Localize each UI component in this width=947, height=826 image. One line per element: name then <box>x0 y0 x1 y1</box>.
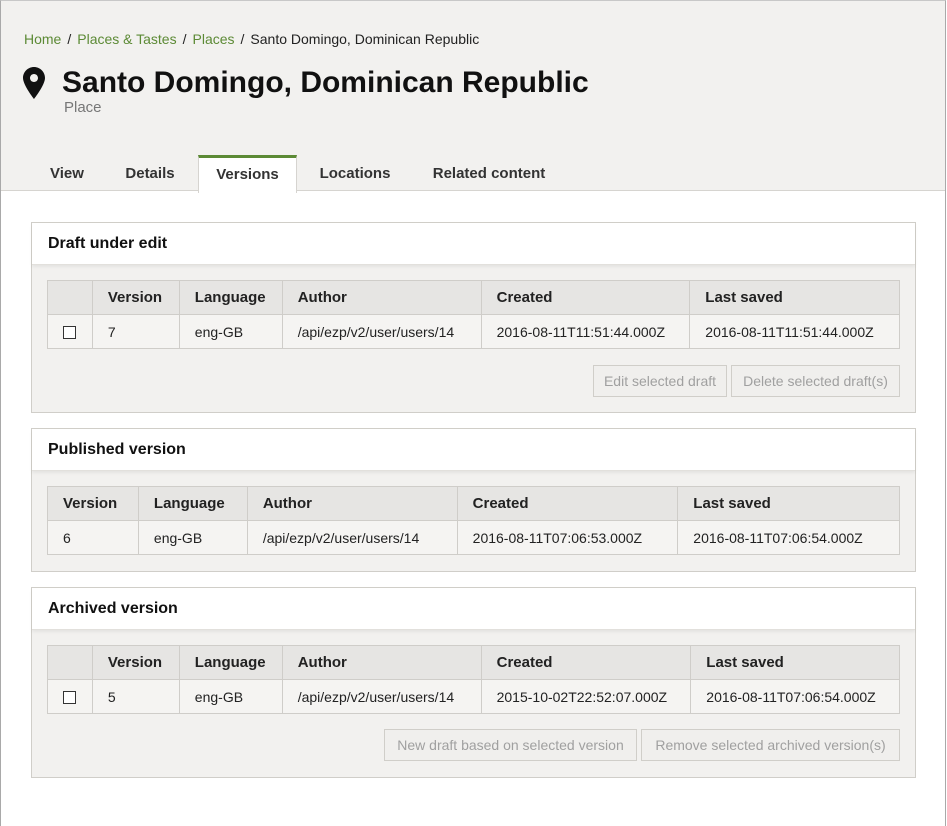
archived-panel-title: Archived version <box>32 588 915 630</box>
created-cell: 2016-08-11T07:06:53.000Z <box>456 520 679 555</box>
column-header-version: Version <box>91 645 180 680</box>
column-header-version: Version <box>47 486 139 521</box>
table-row: 5 eng-GB /api/ezp/v2/user/users/14 2015-… <box>47 679 900 714</box>
column-header-version: Version <box>91 280 180 315</box>
draft-table: Version Language Author Created Last sav… <box>47 280 900 349</box>
archived-table: Version Language Author Created Last sav… <box>47 645 900 714</box>
draft-select-checkbox[interactable] <box>63 326 77 340</box>
column-header-language: Language <box>137 486 248 521</box>
author-cell: /api/ezp/v2/user/users/14 <box>281 314 482 349</box>
table-header-row: Version Language Author Created Last sav… <box>47 280 900 315</box>
breadcrumb-current: Santo Domingo, Dominican Republic <box>250 31 480 47</box>
page-title: Santo Domingo, Dominican Republic <box>62 66 589 99</box>
page-header: Home / Places & Tastes / Places / Santo Doming… <box>1 1 946 193</box>
remove-archived-versions-button[interactable]: Remove selected archived version(s) <box>641 729 900 761</box>
map-pin-icon <box>23 67 45 99</box>
version-cell: 7 <box>91 314 180 349</box>
tab-locations[interactable]: Locations <box>304 155 406 193</box>
breadcrumb-link-places[interactable]: Places <box>193 31 235 47</box>
tab-details[interactable]: Details <box>109 155 191 193</box>
created-cell: 2016-08-11T11:51:44.000Z <box>480 314 691 349</box>
author-cell: /api/ezp/v2/user/users/14 <box>281 679 482 714</box>
breadcrumb: Home / Places & Tastes / Places / Santo Doming… <box>24 31 479 47</box>
table-header-row: Version Language Author Created Last sav… <box>47 645 900 680</box>
column-header-author: Author <box>246 486 458 521</box>
breadcrumb-link-places-tastes[interactable]: Places & Tastes <box>77 31 176 47</box>
breadcrumb-separator: / <box>182 31 187 47</box>
tab-view[interactable]: View <box>31 155 103 193</box>
tab-related-content[interactable]: Related content <box>414 155 564 193</box>
checkbox-column-header <box>47 645 93 680</box>
column-header-language: Language <box>178 645 283 680</box>
published-panel: Published version Version Language Autho… <box>31 428 916 572</box>
column-header-last-saved: Last saved <box>690 645 900 680</box>
created-cell: 2015-10-02T22:52:07.000Z <box>480 679 692 714</box>
column-header-last-saved: Last saved <box>689 280 900 315</box>
column-header-created: Created <box>456 486 679 521</box>
tab-bar: View Details Versions Locations Related … <box>2 155 946 193</box>
column-header-language: Language <box>178 280 283 315</box>
table-header-row: Version Language Author Created Last sav… <box>47 486 900 521</box>
published-table: Version Language Author Created Last sav… <box>47 486 900 555</box>
breadcrumb-separator: / <box>67 31 72 47</box>
published-panel-title: Published version <box>32 429 915 471</box>
row-select-cell <box>47 314 93 349</box>
new-draft-from-version-button[interactable]: New draft based on selected version <box>384 729 637 761</box>
table-row: 7 eng-GB /api/ezp/v2/user/users/14 2016-… <box>47 314 900 349</box>
breadcrumb-separator: / <box>240 31 245 47</box>
content-type-label: Place <box>64 99 102 116</box>
edit-selected-draft-button[interactable]: Edit selected draft <box>593 365 727 397</box>
column-header-last-saved: Last saved <box>677 486 900 521</box>
draft-panel: Draft under edit Version Language Author… <box>31 222 916 413</box>
archived-select-checkbox[interactable] <box>63 691 77 705</box>
table-row: 6 eng-GB /api/ezp/v2/user/users/14 2016-… <box>47 520 900 555</box>
column-header-author: Author <box>281 645 482 680</box>
language-cell: eng-GB <box>137 520 248 555</box>
archived-panel: Archived version Version Language Author… <box>31 587 916 778</box>
version-cell: 5 <box>91 679 180 714</box>
draft-panel-title: Draft under edit <box>32 223 915 265</box>
language-cell: eng-GB <box>178 679 283 714</box>
version-cell: 6 <box>47 520 139 555</box>
column-header-author: Author <box>281 280 482 315</box>
last-saved-cell: 2016-08-11T11:51:44.000Z <box>689 314 900 349</box>
last-saved-cell: 2016-08-11T07:06:54.000Z <box>677 520 900 555</box>
row-select-cell <box>47 679 93 714</box>
delete-selected-drafts-button[interactable]: Delete selected draft(s) <box>731 365 900 397</box>
language-cell: eng-GB <box>178 314 283 349</box>
breadcrumb-link-home[interactable]: Home <box>24 31 61 47</box>
last-saved-cell: 2016-08-11T07:06:54.000Z <box>690 679 900 714</box>
column-header-created: Created <box>480 645 692 680</box>
tab-versions[interactable]: Versions <box>198 155 297 193</box>
column-header-created: Created <box>480 280 691 315</box>
checkbox-column-header <box>47 280 93 315</box>
author-cell: /api/ezp/v2/user/users/14 <box>246 520 458 555</box>
